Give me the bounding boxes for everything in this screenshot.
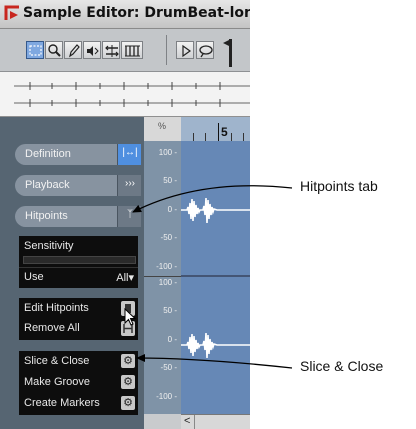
- ruler-unit: %: [158, 121, 167, 131]
- scale-tick: 100 -: [158, 148, 177, 157]
- slice-close-label: Slice & Close: [24, 355, 90, 367]
- horizontal-scrollbar[interactable]: <: [181, 414, 250, 429]
- overview-waveform: [14, 82, 250, 107]
- use-label: Use: [24, 271, 44, 283]
- tab-definition[interactable]: Definition |↔|: [15, 144, 141, 165]
- scale-tick: -100 -: [156, 262, 177, 271]
- marquee-icon: [29, 45, 42, 56]
- callout-hitpoints-tab: Hitpoints tab: [300, 178, 378, 194]
- play-button[interactable]: [176, 41, 194, 59]
- playback-icon[interactable]: ›››: [117, 175, 141, 196]
- scrub-icon: [105, 45, 119, 57]
- make-groove-gear-icon[interactable]: ⚙: [121, 375, 135, 389]
- use-select[interactable]: All▾: [116, 271, 134, 284]
- scroll-divider: [194, 415, 195, 429]
- speaker-icon: [87, 46, 99, 56]
- cubase-logo-icon: [4, 5, 19, 20]
- position-marker-flag: [223, 39, 231, 47]
- hitpoint-settings-panel: Sensitivity Use All▾: [19, 236, 138, 288]
- scale-tick: 50 -: [163, 176, 177, 185]
- pencil-icon: [69, 44, 80, 58]
- play-triangle-icon: [182, 44, 192, 58]
- scale-tick: -50 -: [160, 363, 177, 372]
- ruler-bar-number: 5: [221, 125, 228, 139]
- ruler-unit-box: %: [144, 117, 182, 141]
- definition-icon[interactable]: |↔|: [117, 144, 141, 165]
- ruler-tick: [243, 133, 244, 141]
- tab-hitpoints-label: Hitpoints: [25, 210, 68, 222]
- play-tool[interactable]: [83, 41, 101, 59]
- title-bar: Sample Editor: DrumBeat-long: [0, 0, 250, 29]
- use-select-value: All: [116, 272, 129, 284]
- hitpoints-icon[interactable]: ᛉ: [117, 206, 141, 227]
- tab-hitpoints[interactable]: Hitpoints ᛉ: [15, 206, 141, 227]
- amplitude-scale: 100 - 50 - 0 - -50 - -100 - 100 - 50 - 0…: [144, 141, 182, 414]
- slice-actions-panel: Slice & Close ⚙ Make Groove ⚙ Create Mar…: [19, 351, 138, 415]
- hitpoint-edit-panel: Edit Hitpoints Remove All: [19, 298, 138, 340]
- scale-tick: 100 -: [158, 278, 177, 287]
- channel-divider: [144, 276, 181, 277]
- window-title: Sample Editor: DrumBeat-long: [23, 5, 250, 21]
- draw-tool[interactable]: [64, 41, 82, 59]
- toolbar: [0, 29, 250, 72]
- grid-tool[interactable]: [121, 41, 143, 59]
- zoom-tool[interactable]: [45, 41, 63, 59]
- chevron-down-icon: ▾: [128, 272, 134, 284]
- scale-tick: 0 -: [167, 205, 177, 214]
- inspector-panel: Definition |↔| Playback ››› Hitpoints ᛉ …: [0, 117, 144, 429]
- tab-playback-label: Playback: [25, 179, 70, 191]
- range-select-tool[interactable]: [26, 41, 44, 59]
- sensitivity-label: Sensitivity: [24, 240, 74, 252]
- loop-icon: [199, 45, 213, 58]
- scale-tick: -50 -: [160, 233, 177, 242]
- overview-line[interactable]: [0, 72, 250, 117]
- scale-tick: 0 -: [167, 335, 177, 344]
- sensitivity-slider[interactable]: [23, 256, 136, 264]
- waveform: [181, 197, 250, 359]
- sample-editor-window: Sample Editor: DrumBeat-long Definition …: [0, 0, 250, 429]
- callout-slice-close: Slice & Close: [300, 358, 384, 374]
- edit-hitpoints-label: Edit Hitpoints: [24, 302, 89, 314]
- loop-button[interactable]: [196, 41, 214, 59]
- magnifier-icon: [48, 44, 61, 57]
- create-markers-gear-icon[interactable]: ⚙: [121, 396, 135, 410]
- mouse-pointer-icon: [124, 308, 137, 326]
- ruler-tick: [193, 133, 194, 141]
- panel-divider: [19, 267, 138, 268]
- tab-definition-label: Definition: [25, 148, 71, 160]
- scale-tick: -100 -: [156, 392, 177, 401]
- scrub-tool[interactable]: [102, 41, 120, 59]
- remove-all-label: Remove All: [24, 322, 80, 334]
- ruler[interactable]: 5: [181, 117, 250, 142]
- make-groove-label: Make Groove: [24, 376, 91, 388]
- scroll-left-icon[interactable]: <: [184, 415, 190, 427]
- ruler-tick: [205, 133, 206, 141]
- scale-tick: 50 -: [163, 306, 177, 315]
- waveform-editor: % 5 100 - 50 - 0 - -50 - -100 - 100 - 50…: [144, 117, 250, 429]
- ruler-tick: [218, 123, 219, 141]
- create-markers-label: Create Markers: [24, 397, 100, 409]
- grid-icon: [125, 45, 140, 57]
- tab-playback[interactable]: Playback ›››: [15, 175, 141, 196]
- waveform-display[interactable]: [181, 141, 250, 414]
- toolbar-divider: [166, 35, 167, 65]
- slice-close-gear-icon[interactable]: ⚙: [121, 354, 135, 368]
- ruler-tick: [231, 133, 232, 141]
